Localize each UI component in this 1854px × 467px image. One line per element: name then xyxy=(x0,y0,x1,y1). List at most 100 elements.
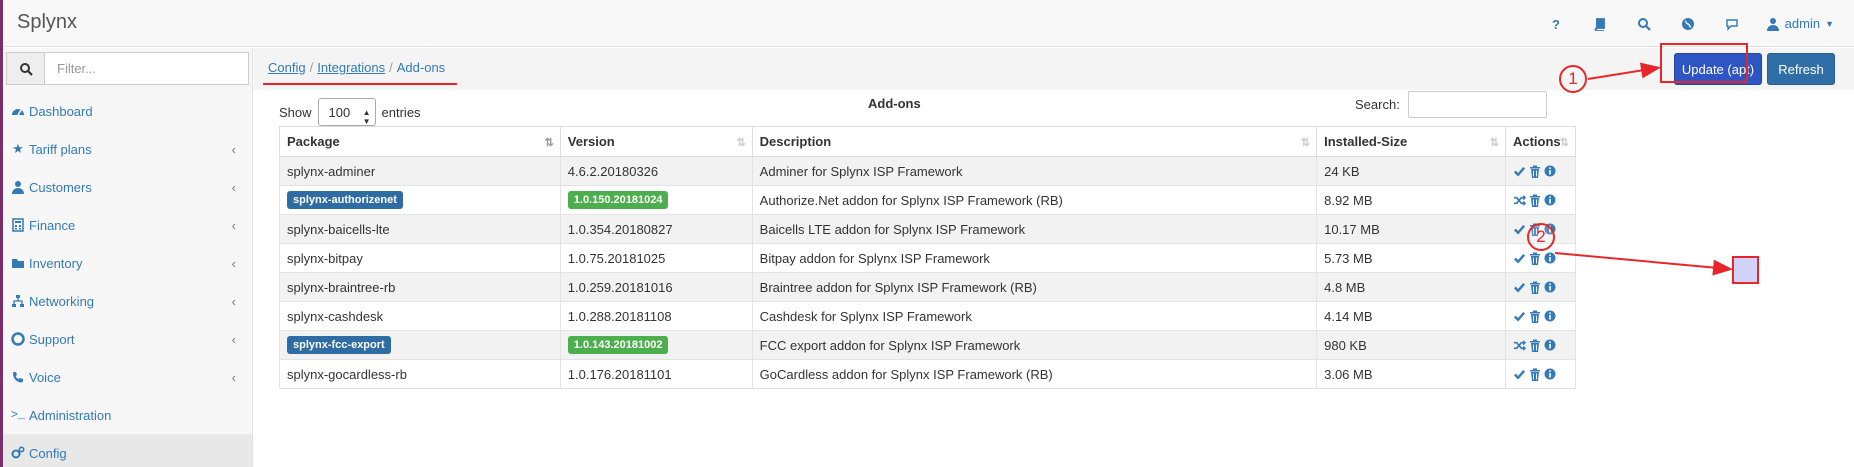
refresh-button[interactable]: Refresh xyxy=(1767,53,1835,85)
info-icon[interactable] xyxy=(1544,368,1556,380)
column-header-version[interactable]: Version ⇅ xyxy=(559,126,753,157)
cell-description: FCC export addon for Splynx ISP Framewor… xyxy=(751,330,1318,360)
table-row: splynx-fcc-export 1.0.143.20181002 FCC exp… xyxy=(279,330,1577,360)
package-version: 4.6.2.20180326 xyxy=(567,163,659,179)
annotation-highlight-update xyxy=(1660,43,1748,83)
addons-table: Package ⇅ Version ⇅ Description ⇅ Installed… xyxy=(279,126,1577,389)
cell-installed-size: 10.17 MB xyxy=(1316,214,1506,244)
sidebar-item-customers[interactable]: Customers ‹ xyxy=(0,168,252,206)
sort-icon: ⇅ xyxy=(1559,137,1569,149)
cell-package: splynx-braintree-rb xyxy=(279,272,561,302)
sort-icon: ⇅ xyxy=(1300,137,1310,149)
sidebar-item-dashboard[interactable]: Dashboard xyxy=(0,92,252,130)
delete-icon[interactable] xyxy=(1529,281,1541,294)
help-icon[interactable]: ? xyxy=(1534,0,1578,47)
search-input[interactable] xyxy=(1407,91,1547,118)
dashboard-icon xyxy=(11,104,25,118)
app-title[interactable]: Splynx xyxy=(17,11,77,34)
package-version: 1.0.143.20181002 xyxy=(567,336,669,354)
sidebar-item-networking[interactable]: Networking ‹ xyxy=(0,282,252,320)
delete-icon[interactable] xyxy=(1529,252,1541,265)
user-menu[interactable]: admin ▼ xyxy=(1754,0,1854,47)
column-header-package[interactable]: Package ⇅ xyxy=(279,126,561,157)
sidebar-item-support[interactable]: Support ‹ xyxy=(0,320,252,358)
annotation-step-1: 1 xyxy=(1559,65,1587,93)
cell-description: Authorize.Net addon for Splynx ISP Frame… xyxy=(751,185,1318,215)
star-icon: ★ xyxy=(12,141,24,156)
package-name: splynx-fcc-export xyxy=(287,336,391,354)
sidebar-filter-input[interactable] xyxy=(45,53,248,84)
install-check-icon[interactable] xyxy=(1513,368,1526,381)
info-icon[interactable] xyxy=(1544,281,1556,293)
svg-text:?: ? xyxy=(1552,17,1560,31)
column-header-installed-size[interactable]: Installed-Size ⇅ xyxy=(1316,126,1506,157)
page-size-select[interactable]: 100 ▲ ▼ xyxy=(317,98,376,126)
cogs-icon xyxy=(11,446,25,460)
breadcrumb: Config / Integrations / Add-ons xyxy=(268,60,446,75)
entries-label: entries xyxy=(381,104,421,120)
lifebuoy-icon xyxy=(11,332,25,346)
sidebar-item-tariff-plans[interactable]: ★ Tariff plans ‹ xyxy=(0,130,252,168)
sidebar-item-label: Tariff plans xyxy=(29,141,92,157)
column-header-description[interactable]: Description ⇅ xyxy=(751,126,1318,157)
cell-installed-size: 4.14 MB xyxy=(1316,301,1506,331)
table-title: Add-ons xyxy=(868,96,921,111)
install-check-icon[interactable] xyxy=(1513,281,1526,294)
annotation-step-2: 2 xyxy=(1527,223,1555,251)
package-version: 1.0.354.20180827 xyxy=(567,221,673,237)
delete-icon[interactable] xyxy=(1529,339,1541,352)
install-check-icon[interactable] xyxy=(1513,165,1526,178)
sidebar-item-inventory[interactable]: Inventory ‹ xyxy=(0,244,252,282)
phone-icon xyxy=(11,370,25,384)
table-search: Search: xyxy=(1355,91,1547,118)
package-name: splynx-baicells-lte xyxy=(287,221,390,237)
search-icon[interactable] xyxy=(1622,0,1666,47)
delete-icon[interactable] xyxy=(1529,368,1541,381)
breadcrumb-integrations[interactable]: Integrations xyxy=(317,60,385,75)
cell-package: splynx-bitpay xyxy=(279,243,561,273)
info-icon[interactable] xyxy=(1544,165,1556,177)
sidebar-item-finance[interactable]: Finance ‹ xyxy=(0,206,252,244)
user-name: admin xyxy=(1784,16,1821,31)
sidebar-item-voice[interactable]: Voice ‹ xyxy=(0,358,252,396)
chevron-left-icon: ‹ xyxy=(231,370,236,385)
package-name: splynx-authorizenet xyxy=(287,191,403,209)
delete-icon[interactable] xyxy=(1529,165,1541,178)
cell-description: Adminer for Splynx ISP Framework xyxy=(751,156,1318,186)
install-check-icon[interactable] xyxy=(1513,252,1526,265)
package-name: splynx-gocardless-rb xyxy=(287,366,407,382)
top-navbar: Splynx ? admin ▼ xyxy=(0,0,1854,47)
sidebar-item-administration[interactable]: >_ Administration xyxy=(0,396,252,434)
install-check-icon[interactable] xyxy=(1513,310,1526,323)
table-row: splynx-gocardless-rb 1.0.176.20181101 GoCa… xyxy=(279,359,1577,389)
sidebar-item-label: Inventory xyxy=(29,255,83,271)
info-icon[interactable] xyxy=(1544,310,1556,322)
column-header-actions: Actions ⇅ xyxy=(1504,126,1577,157)
cell-installed-size: 24 KB xyxy=(1316,156,1506,186)
info-icon[interactable] xyxy=(1544,339,1556,351)
table-row: splynx-braintree-rb 1.0.259.20181016 Brain… xyxy=(279,272,1577,302)
breadcrumb-config[interactable]: Config xyxy=(268,60,306,75)
package-version: 1.0.288.20181108 xyxy=(567,308,672,324)
sort-icon: ⇅ xyxy=(736,137,745,149)
table-row: splynx-cashdesk 1.0.288.20181108 Cashdesk … xyxy=(279,301,1577,331)
reinstall-icon[interactable] xyxy=(1513,339,1526,352)
table-row: splynx-baicells-lte 1.0.354.20180827 Baice… xyxy=(279,214,1577,244)
breadcrumb-add-ons: Add-ons xyxy=(396,60,446,75)
package-name: splynx-adminer xyxy=(287,163,376,179)
delete-icon[interactable] xyxy=(1529,194,1541,207)
package-version: 1.0.150.20181024 xyxy=(567,191,669,209)
reinstall-icon[interactable] xyxy=(1513,194,1526,207)
book-icon[interactable] xyxy=(1578,0,1622,47)
chat-icon[interactable] xyxy=(1710,0,1754,47)
delete-icon[interactable] xyxy=(1529,310,1541,323)
sidebar: Dashboard ★ Tariff plans ‹ Customers ‹ F… xyxy=(0,48,253,467)
install-check-icon[interactable] xyxy=(1513,223,1526,236)
breadcrumb-bar: Config / Integrations / Add-ons Update (apt)… xyxy=(254,48,1854,90)
cell-package: splynx-adminer xyxy=(279,156,561,186)
info-icon[interactable] xyxy=(1544,194,1556,206)
sidebar-item-config[interactable]: Config xyxy=(0,434,252,467)
globe-icon[interactable] xyxy=(1666,0,1710,47)
search-label: Search: xyxy=(1355,97,1400,112)
info-icon[interactable] xyxy=(1544,252,1556,264)
